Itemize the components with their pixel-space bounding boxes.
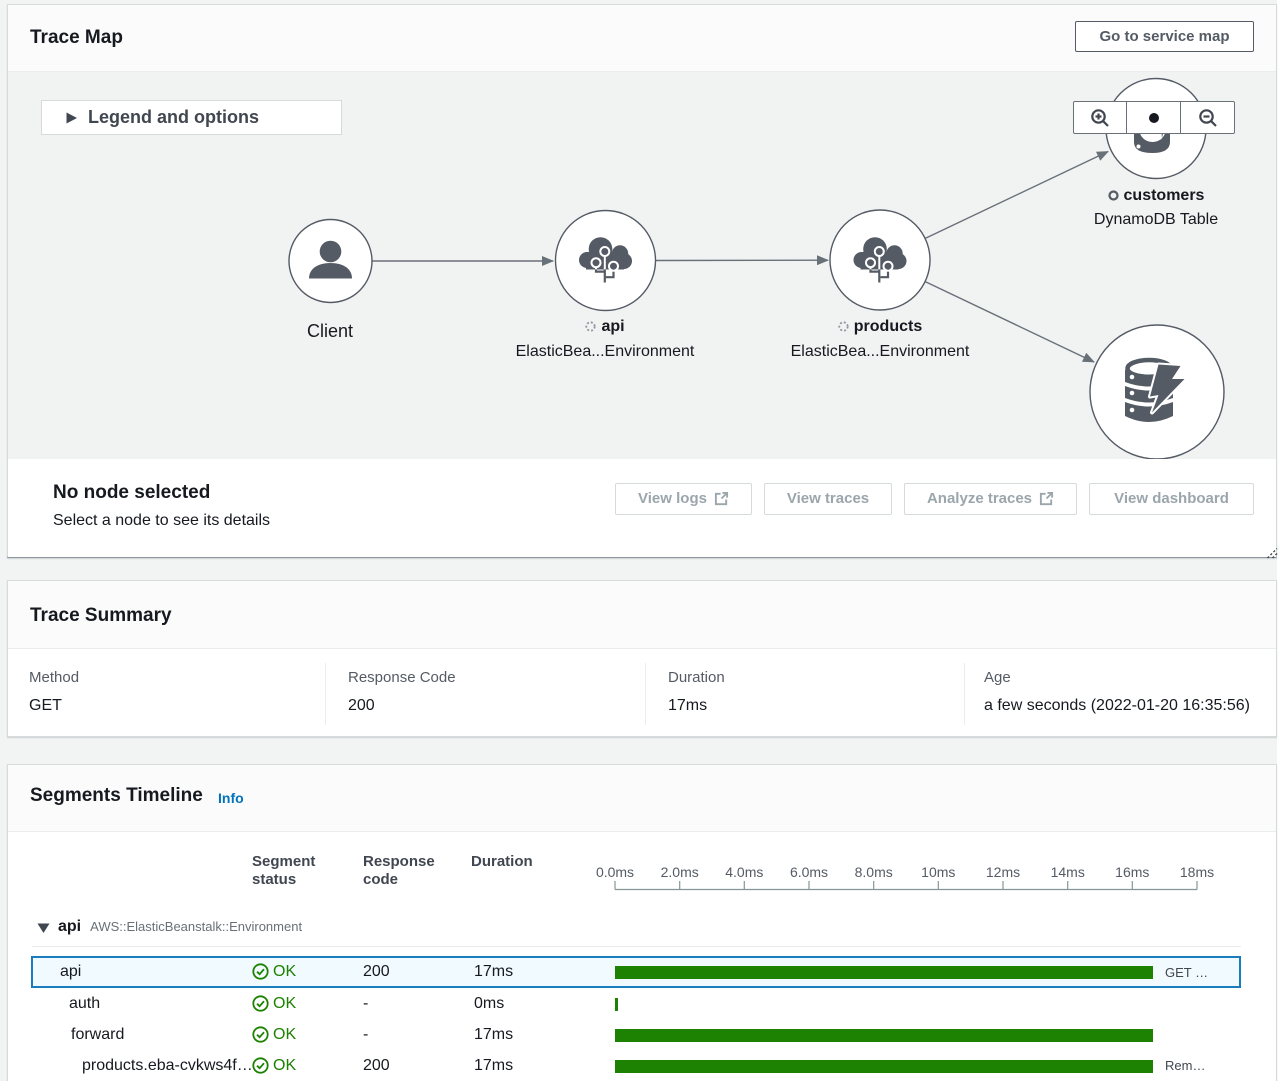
svg-text:12ms: 12ms <box>986 864 1020 880</box>
svg-text:0.0ms: 0.0ms <box>596 864 634 880</box>
svg-text:18ms: 18ms <box>1180 864 1214 880</box>
svg-text:8.0ms: 8.0ms <box>855 864 893 880</box>
svg-text:2.0ms: 2.0ms <box>661 864 699 880</box>
svg-text:16ms: 16ms <box>1115 864 1149 880</box>
svg-text:10ms: 10ms <box>921 864 955 880</box>
svg-text:4.0ms: 4.0ms <box>725 864 763 880</box>
svg-text:6.0ms: 6.0ms <box>790 864 828 880</box>
svg-text:14ms: 14ms <box>1051 864 1085 880</box>
